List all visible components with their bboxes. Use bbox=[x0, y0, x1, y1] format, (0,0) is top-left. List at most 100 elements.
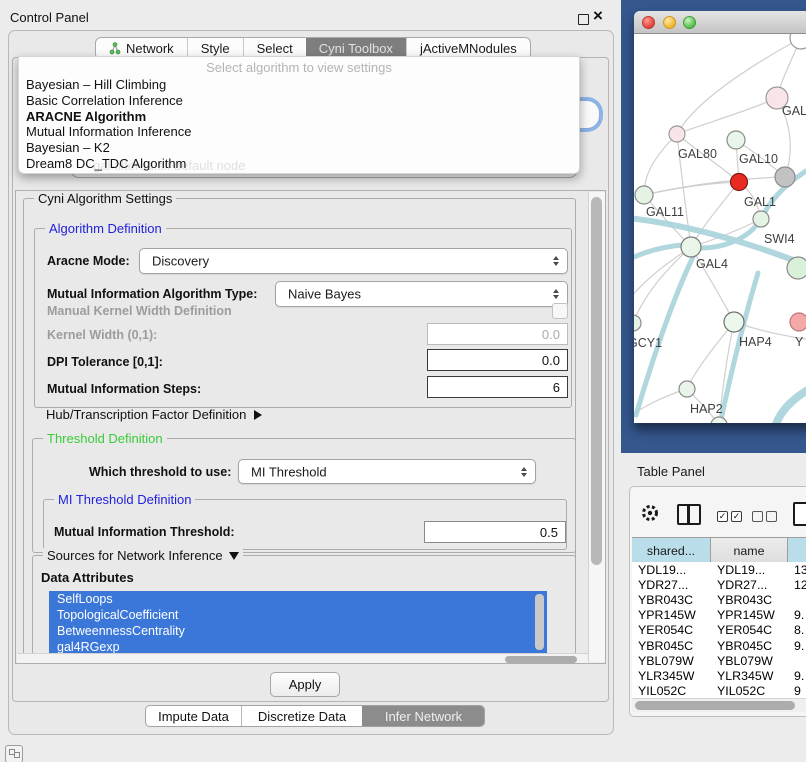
network-node[interactable] bbox=[634, 315, 641, 331]
popup-option[interactable]: Mutual Information Inference bbox=[19, 124, 579, 140]
network-view-frame: GALGAL80GAL10GAL1GAL11SWI4GAL4GCY1HAP4YH… bbox=[621, 0, 806, 453]
cyni-settings-group-title: Cyni Algorithm Settings bbox=[34, 191, 176, 206]
expanded-arrow-icon bbox=[229, 552, 239, 560]
bottom-tab-impute-data[interactable]: Impute Data bbox=[146, 706, 241, 726]
table-row[interactable]: YBR045CYBR045C9. bbox=[632, 638, 806, 653]
attribute-list-item[interactable]: TopologicalCoefficient bbox=[49, 607, 547, 623]
table-cell: YBL079W bbox=[711, 654, 788, 668]
apply-button[interactable]: Apply bbox=[270, 672, 340, 697]
table-cell: YDL19... bbox=[632, 563, 711, 577]
network-node[interactable] bbox=[787, 257, 806, 279]
network-node[interactable] bbox=[753, 211, 769, 227]
bottom-tab-discretize-data[interactable]: Discretize Data bbox=[241, 706, 362, 726]
mi-type-label: Mutual Information Algorithm Type: bbox=[47, 287, 257, 301]
hub-definition-toggle[interactable]: Hub/Transcription Factor Definition bbox=[46, 407, 262, 422]
popup-option[interactable]: Bayesian – Hill Climbing bbox=[19, 77, 579, 93]
docked-panel-icon[interactable] bbox=[5, 745, 23, 762]
network-node[interactable] bbox=[635, 186, 653, 204]
settings-vscrollbar[interactable] bbox=[588, 192, 605, 662]
table-column-header[interactable]: name bbox=[711, 538, 788, 563]
mac-close-button[interactable] bbox=[642, 16, 655, 29]
table-column-header[interactable] bbox=[788, 538, 806, 563]
network-node[interactable] bbox=[724, 312, 744, 332]
close-panel-icon[interactable]: × bbox=[593, 6, 603, 26]
attribute-list-item[interactable]: BetweennessCentrality bbox=[49, 623, 547, 639]
mi-steps-field[interactable]: 6 bbox=[427, 376, 568, 398]
network-node[interactable] bbox=[681, 237, 701, 257]
table-cell: YLR345W bbox=[711, 669, 788, 683]
table-row[interactable]: YLR345WYLR345W9. bbox=[632, 668, 806, 683]
network-node[interactable] bbox=[679, 381, 695, 397]
network-node[interactable] bbox=[731, 174, 748, 191]
dpi-tolerance-field[interactable]: 0.0 bbox=[427, 349, 568, 371]
popup-option[interactable]: Basic Correlation Inference bbox=[19, 93, 579, 109]
network-canvas[interactable]: GALGAL80GAL10GAL1GAL11SWI4GAL4GCY1HAP4YH… bbox=[634, 34, 806, 423]
network-window: GALGAL80GAL10GAL1GAL11SWI4GAL4GCY1HAP4YH… bbox=[634, 11, 806, 423]
obscured-combo-text: gal-filtered.sif default node bbox=[93, 158, 245, 173]
popup-prompt: Select algorithm to view settings bbox=[19, 57, 579, 75]
sources-group-header[interactable]: Sources for Network Inference bbox=[43, 548, 243, 563]
mac-zoom-button[interactable] bbox=[683, 16, 696, 29]
aracne-mode-combo[interactable]: Discovery bbox=[139, 248, 568, 274]
table-hscrollbar[interactable] bbox=[632, 698, 806, 712]
which-threshold-combo[interactable]: MI Threshold bbox=[238, 459, 536, 484]
cyni-settings-group: Cyni Algorithm Settings Algorithm Defini… bbox=[23, 198, 576, 662]
table-toolbar: ✓✓ bbox=[630, 487, 806, 537]
show-columns-icon[interactable]: ✓✓ bbox=[717, 511, 742, 522]
columns-icon[interactable] bbox=[677, 504, 701, 525]
list-scrollbar[interactable] bbox=[535, 594, 544, 652]
network-window-titlebar[interactable] bbox=[634, 11, 806, 34]
manual-kernel-checkbox[interactable] bbox=[552, 303, 568, 319]
float-window-icon[interactable] bbox=[578, 14, 589, 25]
algorithm-definition-title: Algorithm Definition bbox=[45, 221, 166, 236]
algorithm-dropdown-popup: Select algorithm to view settings Bayesi… bbox=[18, 56, 580, 174]
network-node[interactable] bbox=[669, 126, 685, 142]
kernel-width-field[interactable]: 0.0 bbox=[427, 323, 568, 345]
network-node[interactable] bbox=[775, 167, 795, 187]
list-scrollbar-thumb[interactable] bbox=[535, 594, 544, 650]
algorithm-definition-group: Algorithm Definition Aracne Mode: Discov… bbox=[34, 228, 572, 408]
table-column-header[interactable]: shared... bbox=[632, 538, 711, 563]
bottom-tabbar: Impute DataDiscretize DataInfer Network bbox=[145, 705, 485, 727]
which-threshold-label: Which threshold to use: bbox=[89, 465, 231, 479]
mi-threshold-group-title: MI Threshold Definition bbox=[54, 492, 195, 507]
table-row[interactable]: YPR145WYPR145W9. bbox=[632, 608, 806, 623]
attribute-list-item[interactable]: SelfLoops bbox=[49, 591, 547, 607]
table-row[interactable]: YBR043CYBR043C bbox=[632, 592, 806, 607]
table-rows: YDL19...YDL19...13YDR27...YDR27...12YBR0… bbox=[632, 562, 806, 698]
table-row[interactable]: YDL19...YDL19...13 bbox=[632, 562, 806, 577]
data-attributes-label: Data Attributes bbox=[41, 570, 134, 585]
gear-icon[interactable] bbox=[640, 503, 660, 523]
network-node-label: Y bbox=[795, 335, 804, 349]
table-cell: YBL079W bbox=[632, 654, 711, 668]
table-cell: 12 bbox=[788, 578, 806, 592]
mi-threshold-group: MI Threshold Definition Mutual Informati… bbox=[43, 499, 567, 550]
network-node-label: SWI4 bbox=[764, 232, 795, 246]
network-node[interactable] bbox=[727, 131, 745, 149]
mac-minimize-button[interactable] bbox=[663, 16, 676, 29]
settings-hscrollbar-thumb[interactable] bbox=[505, 656, 577, 663]
sources-group: Sources for Network Inference Data Attri… bbox=[32, 555, 576, 664]
table-row[interactable]: YBL079WYBL079W bbox=[632, 653, 806, 668]
which-threshold-value: MI Threshold bbox=[251, 464, 327, 479]
table-cell: 9. bbox=[788, 669, 806, 683]
new-file-icon[interactable] bbox=[793, 502, 806, 526]
table-cell: YER054C bbox=[632, 623, 711, 637]
bottom-tab-infer-network[interactable]: Infer Network bbox=[362, 706, 485, 726]
table-row[interactable]: YER054CYER054C8. bbox=[632, 623, 806, 638]
popup-option[interactable]: ARACNE Algorithm bbox=[19, 109, 579, 125]
settings-hscrollbar[interactable] bbox=[17, 653, 588, 664]
table-cell: 13 bbox=[788, 563, 806, 577]
network-node[interactable] bbox=[790, 313, 806, 331]
mi-threshold-field[interactable]: 0.5 bbox=[424, 521, 566, 543]
table-row[interactable]: YIL052CYIL052C9 bbox=[632, 684, 806, 699]
table-panel: ✓✓ shared...name YDL19...YDL19...13YDR27… bbox=[629, 486, 806, 717]
network-node[interactable] bbox=[790, 34, 806, 49]
table-row[interactable]: YDR27...YDR27...12 bbox=[632, 577, 806, 592]
hide-columns-icon[interactable] bbox=[752, 511, 777, 522]
popup-option[interactable]: Bayesian – K2 bbox=[19, 140, 579, 156]
table-hscrollbar-thumb[interactable] bbox=[635, 701, 795, 710]
settings-vscrollbar-thumb[interactable] bbox=[591, 197, 602, 565]
mi-type-combo[interactable]: Naive Bayes bbox=[275, 281, 568, 307]
kernel-width-label: Kernel Width (0,1): bbox=[47, 328, 157, 342]
